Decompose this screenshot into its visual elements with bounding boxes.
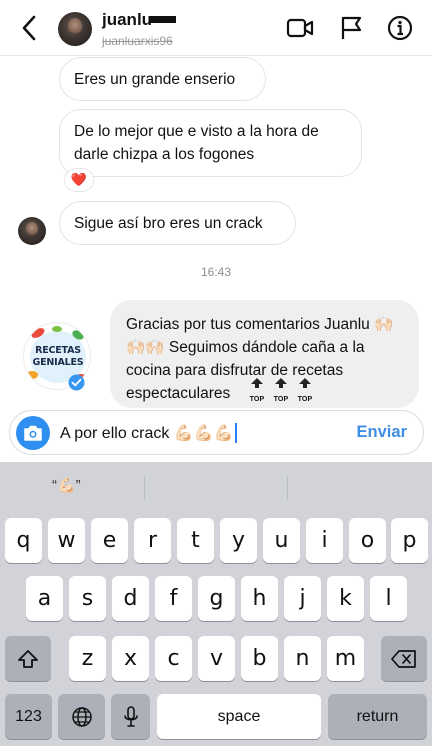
verified-badge-icon: [68, 374, 85, 391]
key-p[interactable]: p: [391, 518, 428, 563]
heart-reaction[interactable]: ❤️: [64, 168, 94, 192]
globe-icon: [71, 706, 92, 727]
key-x[interactable]: x: [112, 636, 149, 681]
avatar[interactable]: [58, 12, 92, 46]
key-v[interactable]: v: [198, 636, 235, 681]
top-arrow-icon: TOP: [248, 378, 266, 411]
key-f[interactable]: f: [155, 576, 192, 621]
heart-icon: ❤️: [70, 172, 88, 187]
key-s[interactable]: s: [69, 576, 106, 621]
timestamp: 16:43: [200, 265, 232, 279]
shift-icon: [18, 649, 38, 668]
divider: [287, 476, 288, 500]
avatar[interactable]: [18, 217, 46, 245]
key-h[interactable]: h: [241, 576, 278, 621]
key-y[interactable]: y: [220, 518, 257, 563]
shift-key[interactable]: [5, 636, 51, 681]
key-n[interactable]: n: [284, 636, 321, 681]
microphone-icon: [123, 705, 138, 727]
key-b[interactable]: b: [241, 636, 278, 681]
divider: [144, 476, 145, 500]
send-button[interactable]: Enviar: [357, 423, 407, 442]
numbers-key[interactable]: 123: [5, 694, 52, 739]
info-icon[interactable]: [385, 14, 415, 42]
text-caret: [234, 423, 237, 443]
key-w[interactable]: w: [48, 518, 85, 563]
globe-key[interactable]: [58, 694, 105, 739]
message-text: Eres un grande enserio: [74, 71, 236, 88]
space-key[interactable]: space: [157, 694, 321, 739]
chevron-left-icon[interactable]: [18, 13, 42, 43]
key-i[interactable]: i: [306, 518, 343, 563]
key-e[interactable]: e: [91, 518, 128, 563]
outgoing-message-bubble[interactable]: Gracias por tus comentarios Juanlu 🙌🏻🙌🏻🙌…: [110, 300, 419, 408]
contact-name[interactable]: juanlu: [102, 10, 152, 30]
key-a[interactable]: a: [26, 576, 63, 621]
return-key[interactable]: return: [328, 694, 427, 739]
keyboard: “💪🏻” q w e r t y u i o p a s d f g h j k…: [0, 462, 432, 746]
suggestion-bar: “💪🏻”: [0, 462, 432, 510]
dictation-key[interactable]: [111, 694, 150, 739]
top-arrow-icon: TOP: [296, 378, 314, 411]
message-bubble[interactable]: Sigue así bro eres un crack: [59, 201, 296, 245]
message-bubble[interactable]: Eres un grande enserio: [59, 57, 266, 101]
message-bubble[interactable]: De lo mejor que e visto a la hora de dar…: [59, 109, 362, 177]
delete-key[interactable]: [381, 636, 427, 681]
logo-text: RECETAS: [35, 345, 81, 356]
key-z[interactable]: z: [69, 636, 106, 681]
key-t[interactable]: t: [177, 518, 214, 563]
top-emojis: TOP TOP TOP: [248, 378, 314, 411]
key-k[interactable]: k: [327, 576, 364, 621]
message-input-text: A por ello crack 💪🏻💪🏻💪🏻: [60, 425, 234, 442]
video-camera-icon[interactable]: [285, 14, 315, 42]
top-arrow-icon: TOP: [272, 378, 290, 411]
message-text: Sigue así bro eres un crack: [74, 215, 263, 232]
chat-header: juanlu juanluarxis96: [0, 0, 432, 56]
message-input[interactable]: A por ello crack 💪🏻💪🏻💪🏻: [60, 423, 237, 443]
key-r[interactable]: r: [134, 518, 171, 563]
key-l[interactable]: l: [370, 576, 407, 621]
contact-username: juanluarxis96: [102, 34, 173, 48]
name-redaction: [150, 16, 176, 23]
key-u[interactable]: u: [263, 518, 300, 563]
message-composer: A por ello crack 💪🏻💪🏻💪🏻 Enviar: [9, 410, 424, 455]
camera-button[interactable]: [16, 416, 50, 450]
suggestion-item[interactable]: “💪🏻”: [52, 476, 81, 494]
key-j[interactable]: j: [284, 576, 321, 621]
flag-icon[interactable]: [336, 14, 366, 42]
key-c[interactable]: c: [155, 636, 192, 681]
message-text: De lo mejor que e visto a la hora de dar…: [74, 123, 319, 163]
logo-text: GENIALES: [32, 357, 84, 368]
camera-icon: [24, 425, 42, 441]
key-o[interactable]: o: [349, 518, 386, 563]
key-q[interactable]: q: [5, 518, 42, 563]
key-g[interactable]: g: [198, 576, 235, 621]
key-m[interactable]: m: [327, 636, 364, 681]
backspace-icon: [391, 649, 416, 668]
key-d[interactable]: d: [112, 576, 149, 621]
